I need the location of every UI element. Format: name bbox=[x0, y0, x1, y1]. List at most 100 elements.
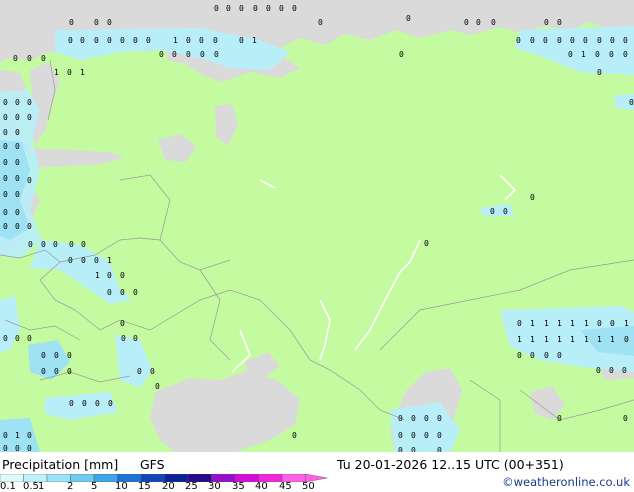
precip-value: 0 bbox=[597, 319, 602, 328]
precip-value: 0 bbox=[41, 240, 46, 249]
precip-value: 0 bbox=[623, 414, 628, 423]
precip-value: 0 bbox=[155, 382, 160, 391]
credit-link[interactable]: ©weatheronline.co.uk bbox=[502, 475, 630, 489]
precip-value: 0 bbox=[3, 113, 8, 122]
precip-value: 0 bbox=[27, 113, 32, 122]
precip-value: 0 bbox=[424, 239, 429, 248]
precipitation-map[interactable]: 0000000000000000000100001000000000000000… bbox=[0, 0, 634, 452]
precip-value: 1 bbox=[581, 50, 586, 59]
precip-value: 0 bbox=[15, 334, 20, 343]
precip-value: 0 bbox=[67, 68, 72, 77]
precip-value: 0 bbox=[570, 36, 575, 45]
precip-value: 0 bbox=[15, 128, 20, 137]
precip-value: 0 bbox=[398, 414, 403, 423]
precip-value: 0 bbox=[597, 36, 602, 45]
precip-value: 1 bbox=[584, 335, 589, 344]
precip-value: 0 bbox=[54, 367, 59, 376]
precip-value: 0 bbox=[27, 98, 32, 107]
legend-label: 0.5 bbox=[23, 481, 39, 492]
precip-value: 0 bbox=[437, 414, 442, 423]
precip-value: 0 bbox=[150, 367, 155, 376]
precip-value: 0 bbox=[120, 271, 125, 280]
precip-value: 0 bbox=[94, 36, 99, 45]
precip-value: 0 bbox=[15, 190, 20, 199]
precip-value: 0 bbox=[137, 367, 142, 376]
precip-value: 0 bbox=[27, 54, 32, 63]
precip-value: 0 bbox=[266, 4, 271, 13]
precip-value: 0 bbox=[107, 18, 112, 27]
precip-value: 0 bbox=[516, 36, 521, 45]
legend-label: 10 bbox=[115, 481, 128, 492]
precip-value: 0 bbox=[398, 431, 403, 440]
precip-value: 0 bbox=[69, 240, 74, 249]
precip-value: 0 bbox=[80, 36, 85, 45]
precip-value: 0 bbox=[172, 50, 177, 59]
precip-value: 0 bbox=[213, 36, 218, 45]
valid-time: Tu 20-01-2026 12..15 UTC (00+351) bbox=[337, 457, 564, 472]
precip-value: 0 bbox=[279, 4, 284, 13]
precip-value: 1 bbox=[544, 335, 549, 344]
precip-value: 0 bbox=[107, 271, 112, 280]
legend-label: 35 bbox=[232, 481, 245, 492]
precip-value: 0 bbox=[610, 319, 615, 328]
precip-value: 0 bbox=[27, 444, 32, 452]
legend-title: Precipitation [mm] bbox=[2, 457, 119, 472]
precip-value: 0 bbox=[530, 36, 535, 45]
precip-value: 0 bbox=[120, 319, 125, 328]
precip-value: 0 bbox=[41, 54, 46, 63]
precip-value: 0 bbox=[437, 431, 442, 440]
precip-value: 1 bbox=[530, 319, 535, 328]
precip-value: 0 bbox=[146, 36, 151, 45]
precip-value: 0 bbox=[543, 36, 548, 45]
precip-value: 0 bbox=[186, 50, 191, 59]
precip-value: 1 bbox=[252, 36, 257, 45]
precip-value: 0 bbox=[15, 142, 20, 151]
precip-value: 0 bbox=[517, 319, 522, 328]
precip-value: 0 bbox=[557, 414, 562, 423]
precip-value: 0 bbox=[3, 222, 8, 231]
precip-value: 0 bbox=[133, 288, 138, 297]
precip-value: 0 bbox=[544, 351, 549, 360]
precip-value: 0 bbox=[108, 399, 113, 408]
precip-value: 0 bbox=[476, 18, 481, 27]
precip-value: 0 bbox=[28, 240, 33, 249]
precip-value: 0 bbox=[94, 256, 99, 265]
precip-value: 0 bbox=[54, 351, 59, 360]
precip-value: 1 bbox=[570, 319, 575, 328]
precip-value: 0 bbox=[623, 50, 628, 59]
precip-value: 0 bbox=[253, 4, 258, 13]
precip-value: 0 bbox=[411, 431, 416, 440]
precip-value: 0 bbox=[318, 18, 323, 27]
precip-value: 0 bbox=[214, 50, 219, 59]
precip-value: 1 bbox=[54, 68, 59, 77]
precip-value: 0 bbox=[609, 50, 614, 59]
precip-value: 0 bbox=[133, 36, 138, 45]
precip-value: 0 bbox=[503, 207, 508, 216]
precip-value: 0 bbox=[15, 222, 20, 231]
precip-value: 0 bbox=[3, 431, 8, 440]
legend-label: 50 bbox=[302, 481, 315, 492]
precip-value: 1 bbox=[517, 335, 522, 344]
precip-value: 0 bbox=[557, 18, 562, 27]
precip-value: 1 bbox=[530, 335, 535, 344]
precip-value: 0 bbox=[424, 431, 429, 440]
precip-value: 0 bbox=[399, 50, 404, 59]
precip-value: 1 bbox=[610, 335, 615, 344]
precip-value: 1 bbox=[95, 271, 100, 280]
precip-value: 0 bbox=[490, 207, 495, 216]
precip-value: 0 bbox=[491, 18, 496, 27]
precip-value: 0 bbox=[530, 351, 535, 360]
precip-value: 0 bbox=[557, 36, 562, 45]
precip-value: 0 bbox=[67, 351, 72, 360]
precip-value: 0 bbox=[597, 68, 602, 77]
precip-value: 0 bbox=[583, 36, 588, 45]
model-name: GFS bbox=[140, 457, 165, 472]
map-canvas: 0 0 00 0 0 0 0 0 00 00 0 0 0 0 0 0 1 0 0 0 0 10 0 0 0 0 00 0 0 0 00 0 0 0… bbox=[0, 0, 634, 452]
precip-value: 0 bbox=[68, 256, 73, 265]
precip-value: 0 bbox=[94, 18, 99, 27]
precip-value: 0 bbox=[406, 14, 411, 23]
precip-value: 0 bbox=[292, 431, 297, 440]
precip-value: 0 bbox=[239, 36, 244, 45]
precip-value: 0 bbox=[82, 399, 87, 408]
precip-value: 0 bbox=[424, 414, 429, 423]
